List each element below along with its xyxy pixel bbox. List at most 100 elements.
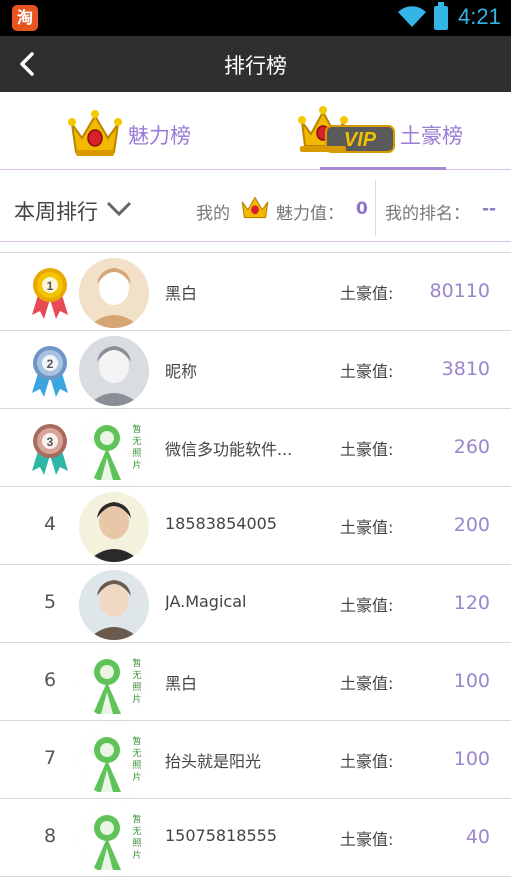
- avatar[interactable]: 暂 无 照 片: [79, 648, 149, 718]
- score-value: 3810: [441, 358, 490, 380]
- avatar[interactable]: 暂 无 照 片: [79, 804, 149, 874]
- score-value: 100: [453, 748, 490, 770]
- user-nickname: 微信多功能软件...: [165, 440, 293, 459]
- medal-rank: 1: [47, 279, 54, 293]
- taobao-app-icon: 淘: [12, 5, 38, 31]
- ranking-row[interactable]: 5 JA.Magical 土豪值: 120: [0, 565, 511, 643]
- user-nickname: 15075818555: [165, 826, 277, 845]
- score-label: 土豪值:: [340, 284, 394, 303]
- my-rank-value: --: [482, 199, 497, 219]
- avatar[interactable]: [79, 492, 149, 562]
- svg-text:无: 无: [132, 670, 141, 681]
- ranking-row[interactable]: 8 暂 无 照 片 15075818555 土豪值: 40: [0, 799, 511, 877]
- vip-badge-text: VIP: [344, 129, 377, 151]
- tab-charm-ranking[interactable]: 魅力榜: [64, 92, 234, 170]
- user-photo: [79, 336, 149, 406]
- svg-text:片: 片: [132, 693, 141, 705]
- placeholder-text: 暂: [132, 735, 141, 747]
- avatar[interactable]: [79, 258, 149, 328]
- rank-number: 5: [43, 591, 57, 613]
- placeholder-avatar-icon: 暂 无 照 片: [79, 414, 149, 484]
- placeholder-text: 暂: [132, 813, 141, 825]
- user-nickname: 黑白: [165, 674, 198, 693]
- user-nickname: JA.Magical: [165, 592, 247, 611]
- svg-text:照: 照: [132, 682, 141, 693]
- svg-text:照: 照: [132, 448, 141, 459]
- placeholder-text: 暂: [132, 657, 141, 669]
- bronze-medal-icon: 3: [32, 424, 68, 475]
- placeholder-avatar-icon: 暂 无 照 片: [79, 726, 149, 796]
- svg-text:无: 无: [132, 826, 141, 837]
- avatar[interactable]: [79, 336, 149, 406]
- clock: 4:21: [458, 4, 501, 29]
- score-label: 土豪值:: [340, 830, 394, 849]
- medal-rank: 2: [47, 357, 54, 371]
- score-label: 土豪值:: [340, 518, 394, 537]
- crown-icon: [241, 196, 269, 219]
- my-rank-label: 我的排名：: [385, 204, 470, 224]
- divider: [375, 180, 376, 236]
- placeholder-avatar-icon: 暂 无 照 片: [79, 804, 149, 874]
- silver-medal-icon: 2: [32, 346, 68, 397]
- svg-text:片: 片: [132, 771, 141, 783]
- my-charm-label: 魅力值：: [276, 204, 344, 224]
- tab-label: 土豪榜: [400, 124, 463, 148]
- tab-label: 魅力榜: [128, 124, 191, 148]
- score-value: 100: [453, 670, 490, 692]
- score-label: 土豪值:: [340, 674, 394, 693]
- avatar[interactable]: 暂 无 照 片: [79, 414, 149, 484]
- score-value: 200: [453, 514, 490, 536]
- svg-text:片: 片: [132, 459, 141, 471]
- wifi-icon: [398, 6, 426, 28]
- ranking-row[interactable]: 3 暂 无 照 片 微信多功能软件... 土豪值: 260: [0, 409, 511, 487]
- crown-icon: [68, 110, 122, 156]
- ranking-row[interactable]: 1 黑白 土豪值: 80110: [0, 253, 511, 331]
- rank-number: 8: [43, 825, 57, 847]
- rank-number: 6: [43, 669, 57, 691]
- ranking-list: 1 黑白 土豪值: 80110 2 昵称 土豪值: 3810 3 暂 无 照 片…: [0, 252, 511, 877]
- user-nickname: 18583854005: [165, 514, 277, 533]
- user-photo: [79, 492, 149, 562]
- filter-bar: 本周排行 我的 魅力值： 0 我的排名： --: [0, 170, 511, 242]
- my-charm-prefix: 我的: [196, 204, 230, 224]
- chevron-down-icon[interactable]: [106, 200, 132, 218]
- rank-number: 4: [43, 513, 57, 535]
- my-charm-value: 0: [356, 199, 368, 219]
- period-selector[interactable]: 本周排行: [14, 196, 98, 226]
- score-label: 土豪值:: [340, 596, 394, 615]
- user-photo: [79, 570, 149, 640]
- svg-text:无: 无: [132, 436, 141, 447]
- page-title: 排行榜: [224, 54, 287, 78]
- score-value: 120: [453, 592, 490, 614]
- score-label: 土豪值:: [340, 362, 394, 381]
- ranking-row[interactable]: 2 昵称 土豪值: 3810: [0, 331, 511, 409]
- svg-text:照: 照: [132, 838, 141, 849]
- score-value: 260: [453, 436, 490, 458]
- ranking-row[interactable]: 7 暂 无 照 片 抬头就是阳光 土豪值: 100: [0, 721, 511, 799]
- avatar[interactable]: 暂 无 照 片: [79, 726, 149, 796]
- ranking-tabs: 魅力榜 VIP 土豪榜: [0, 92, 511, 170]
- ranking-row[interactable]: 6 暂 无 照 片 黑白 土豪值: 100: [0, 643, 511, 721]
- user-photo: [79, 258, 149, 328]
- medal-rank: 3: [47, 435, 54, 449]
- placeholder-avatar-icon: 暂 无 照 片: [79, 648, 149, 718]
- status-bar: 淘 4:21: [0, 0, 511, 36]
- tab-tycoon-ranking[interactable]: VIP 土豪榜: [296, 92, 496, 170]
- gold-medal-icon: 1: [32, 268, 68, 319]
- user-nickname: 抬头就是阳光: [165, 752, 262, 771]
- score-value: 80110: [429, 280, 490, 302]
- placeholder-text: 暂: [132, 423, 141, 435]
- svg-text:片: 片: [132, 849, 141, 861]
- score-value: 40: [465, 826, 490, 848]
- ranking-row[interactable]: 4 18583854005 土豪值: 200: [0, 487, 511, 565]
- vip-crown-icon: VIP: [298, 106, 395, 153]
- score-label: 土豪值:: [340, 752, 394, 771]
- svg-text:无: 无: [132, 748, 141, 759]
- title-bar: 排行榜: [0, 36, 511, 92]
- avatar[interactable]: [79, 570, 149, 640]
- user-nickname: 昵称: [165, 362, 198, 381]
- user-nickname: 黑白: [165, 284, 198, 303]
- battery-icon: [434, 2, 448, 30]
- rank-number: 7: [43, 747, 57, 769]
- svg-text:照: 照: [132, 760, 141, 771]
